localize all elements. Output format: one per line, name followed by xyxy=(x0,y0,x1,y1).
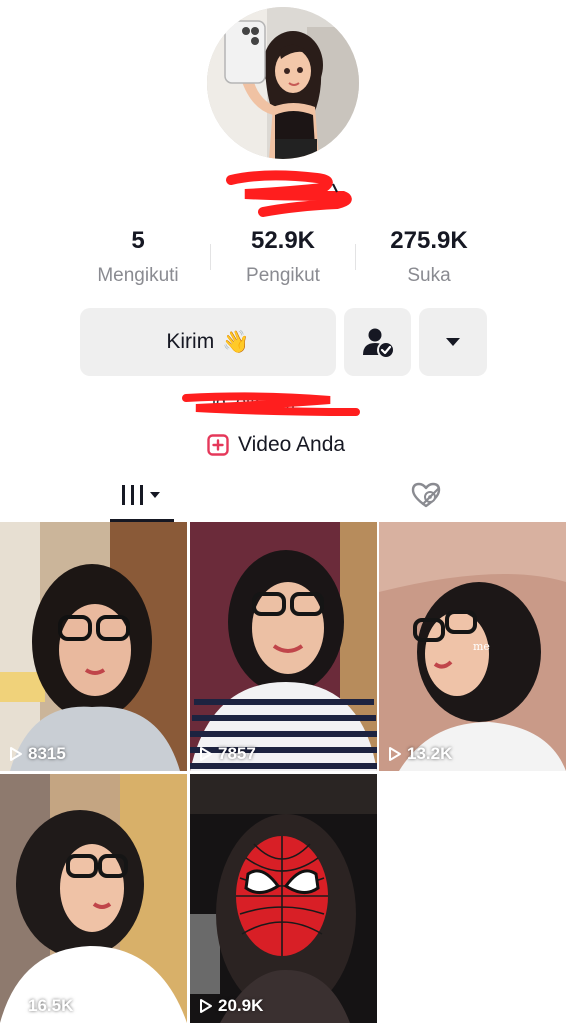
stat-followers[interactable]: 52.9K Pengikut xyxy=(208,226,358,290)
view-count: 7857 xyxy=(199,744,256,764)
video-thumbnail-image xyxy=(0,774,187,1023)
video-thumbnail-image xyxy=(190,522,377,771)
view-count-text: 20.9K xyxy=(218,996,264,1015)
video-thumbnail[interactable]: 7857 xyxy=(190,522,377,771)
stat-divider xyxy=(210,244,211,270)
video-thumbnail[interactable]: me 13.2K xyxy=(379,522,566,771)
stat-following[interactable]: 5 Mengikuti xyxy=(63,226,213,290)
avatar-illustration xyxy=(207,7,359,159)
followers-count: 52.9K xyxy=(250,227,316,254)
followers-label: Pengikut xyxy=(246,265,320,286)
message-button-label: Kirim xyxy=(166,330,215,353)
view-count: 13.2K xyxy=(388,744,452,764)
chevron-down-icon xyxy=(150,492,160,498)
view-count: 20.9K xyxy=(199,996,263,1016)
video-thumbnail[interactable]: 16.5K xyxy=(0,774,187,1023)
caret-down-icon xyxy=(446,338,460,346)
following-status-button[interactable] xyxy=(344,308,411,376)
grid-bars-icon xyxy=(122,485,160,505)
view-count: 8315 xyxy=(9,744,66,764)
your-videos-label: Video Anda xyxy=(238,433,346,456)
video-thumbnail[interactable]: 20.9K xyxy=(190,774,377,1023)
tab-videos[interactable] xyxy=(110,468,174,522)
plus-square-icon xyxy=(207,434,229,456)
your-videos-link[interactable]: Video Anda xyxy=(206,430,345,460)
following-count: 5 xyxy=(131,227,145,254)
video-grid: 8315 7857 me 13.2K 16.5K 20.9K xyxy=(0,522,566,1024)
video-thumbnail[interactable]: 8315 xyxy=(0,522,187,771)
heart-hidden-icon xyxy=(411,482,441,508)
play-icon xyxy=(200,999,212,1013)
more-options-button[interactable] xyxy=(419,308,487,376)
play-icon xyxy=(200,747,212,761)
username-redacted xyxy=(226,170,352,217)
stat-likes[interactable]: 275.9K Suka xyxy=(354,226,504,290)
video-thumbnail-image: me xyxy=(379,522,566,771)
tab-liked[interactable] xyxy=(396,468,456,522)
view-count-text: 16.5K xyxy=(28,996,74,1015)
likes-label: Suka xyxy=(407,265,451,286)
user-check-icon xyxy=(362,328,395,359)
profile-tabs xyxy=(0,468,566,522)
view-count-text: 7857 xyxy=(218,744,256,763)
view-count: 16.5K xyxy=(9,996,73,1016)
profile-stats: 5 Mengikuti 52.9K Pengikut 275.9K Suka xyxy=(0,226,566,296)
svg-text:me: me xyxy=(473,640,490,653)
play-icon xyxy=(10,999,22,1013)
play-icon xyxy=(10,747,22,761)
bio-redacted: ig: elfr.n.m_ xyxy=(182,392,360,416)
stat-divider xyxy=(355,244,356,270)
video-thumbnail-image xyxy=(0,522,187,771)
waving-hand-emoji: 👋 xyxy=(222,329,250,354)
following-label: Mengikuti xyxy=(97,265,179,286)
play-icon xyxy=(389,747,401,761)
message-button[interactable]: Kirim 👋 xyxy=(80,308,336,376)
view-count-text: 13.2K xyxy=(407,744,453,763)
view-count-text: 8315 xyxy=(28,744,66,763)
profile-avatar[interactable] xyxy=(207,7,359,159)
video-thumbnail-image xyxy=(190,774,377,1023)
likes-count: 275.9K xyxy=(390,227,468,254)
